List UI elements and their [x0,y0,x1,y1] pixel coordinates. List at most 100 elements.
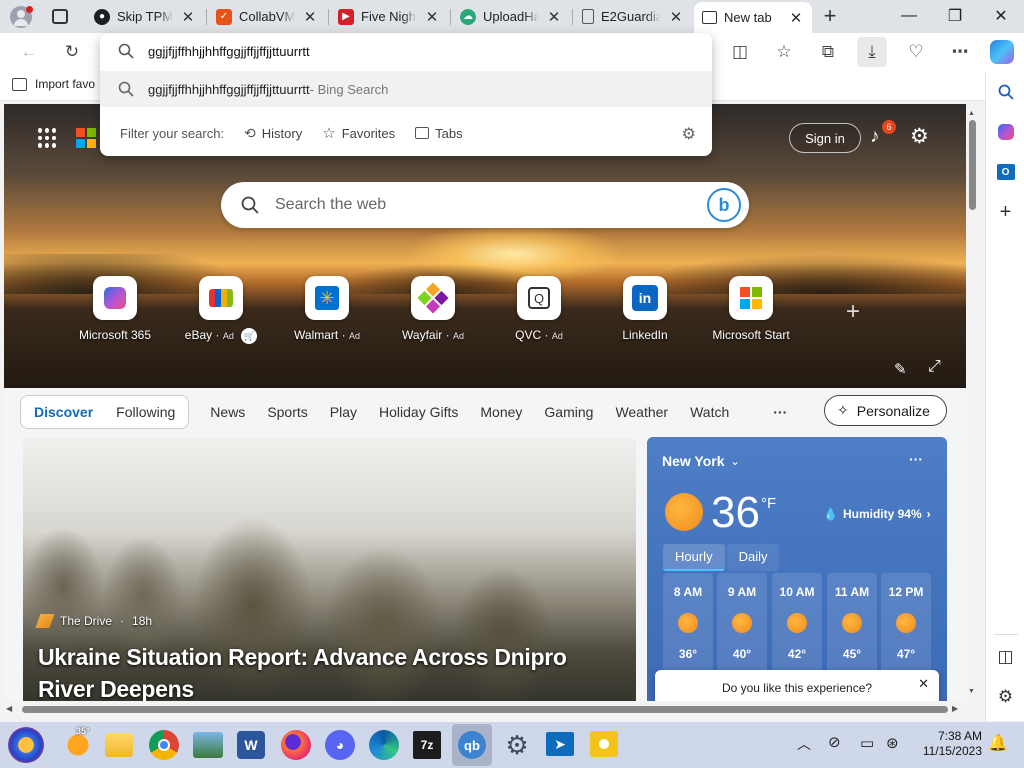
quicklink-ebay[interactable]: eBay · Ad 🛒 [166,276,276,344]
weather-location[interactable]: New York ⌄ [662,453,740,469]
close-tab-icon[interactable]: ✕ [424,8,440,26]
scroll-right-icon[interactable]: ▶ [952,704,958,713]
quicklink-microsoft-365[interactable]: Microsoft 365 [60,276,170,342]
tab-daily[interactable]: Daily [726,544,780,571]
word-icon[interactable]: W [237,731,265,759]
nav-weather[interactable]: Weather [604,404,679,420]
nav-money[interactable]: Money [469,404,533,420]
split-screen-icon[interactable]: ◫ [725,37,755,67]
quicklink-walmart[interactable]: ✳ Walmart · Ad [272,276,382,342]
start-menu-icon[interactable] [8,727,44,763]
network-disconnected-icon[interactable]: ⊘ [828,733,841,751]
collections-icon[interactable]: ⧉ [813,37,843,67]
focus-assist-icon[interactable]: ⊛ [886,734,899,752]
nav-sports[interactable]: Sports [256,404,318,420]
close-tab-icon[interactable]: ✕ [546,8,562,26]
remote-desktop-icon[interactable]: ➤ [546,732,574,756]
expand-icon[interactable]: ⤢ [928,358,941,376]
suggestion-bing-search[interactable]: ggjjfjjffhhjjhhffggjjffjjffjjttuurrtt - … [100,71,712,107]
search-icon[interactable] [986,72,1024,112]
settings-more-icon[interactable]: ⋯ [945,37,975,67]
sidebar-settings-gear-icon[interactable]: ⚙ [986,677,1024,717]
tab-discover[interactable]: Discover [21,404,106,420]
address-input[interactable]: ggjjfjjffhhjjhhffggjjffjjffjjttuurrtt [148,44,310,59]
tab-hourly[interactable]: Hourly [663,544,725,571]
tab-following[interactable]: Following [106,404,188,420]
copilot-icon[interactable] [990,40,1014,64]
sign-in-button[interactable]: Sign in [789,123,861,153]
sidebar-toggle-icon[interactable]: ◫ [986,637,1024,677]
firefox-icon[interactable] [281,730,311,760]
quicklink-wayfair[interactable]: Wayfair · Ad [378,276,488,342]
photos-icon[interactable] [193,732,223,758]
import-favorites-button[interactable]: Import favo [12,77,95,91]
personalize-button[interactable]: ✧ Personalize [824,395,947,426]
nav-play[interactable]: Play [319,404,368,420]
chrome-icon[interactable] [149,730,179,760]
gear-icon[interactable]: ⚙ [682,124,696,144]
notification-center-icon[interactable]: 🔔 [988,733,1008,753]
apps-grid-icon[interactable] [38,128,58,148]
quicklink-microsoft-start[interactable]: Microsoft Start [696,276,806,342]
close-tab-icon[interactable]: ✕ [668,8,684,26]
favorites-star-icon[interactable]: ☆ [769,37,799,67]
show-hidden-icons-chevron-icon[interactable]: ︿ [797,734,811,754]
refresh-button[interactable]: ↻ [57,37,87,67]
horizontal-scrollbar[interactable]: ◀ ▶ [0,701,966,718]
app-icon[interactable] [590,731,618,757]
bing-chat-icon[interactable]: b [707,188,741,222]
nav-holiday-gifts[interactable]: Holiday Gifts [368,404,469,420]
tab-uploadhaven[interactable]: ☁ UploadHa ✕ [452,4,570,29]
edge-icon[interactable] [369,730,399,760]
nav-news[interactable]: News [199,404,256,420]
minimize-button[interactable]: — [886,0,932,32]
add-sidebar-app-icon[interactable]: + [986,192,1024,232]
weather-card[interactable]: New York ⌄ ··· 36 °F 💧 Humidity 94% › Ho… [647,437,947,704]
downloads-icon[interactable]: ⤓ [857,37,887,67]
more-options-icon[interactable]: ··· [762,404,798,420]
close-tab-icon[interactable]: ✕ [180,8,196,26]
7zip-icon[interactable]: 7z [413,731,441,759]
scroll-down-icon[interactable]: ▼ [968,688,975,695]
tab-e2guardian[interactable]: E2Guardia ✕ [574,4,692,29]
clock[interactable]: 7:38 AM 11/15/2023 [916,729,982,759]
vertical-scrollbar[interactable]: ▲ ▼ [966,104,979,701]
article-card[interactable]: The Drive · 18h Ukraine Situation Report… [23,437,636,704]
performance-icon[interactable]: ♡ [901,37,931,67]
close-window-button[interactable]: ✕ [978,0,1024,32]
maximize-button[interactable]: ❐ [932,0,978,32]
discord-icon[interactable]: ◕ [325,730,355,760]
add-shortcut-icon[interactable]: + [846,298,860,326]
filter-history[interactable]: ⟲ History [244,125,302,142]
article-title[interactable]: Ukraine Situation Report: Advance Across… [38,641,567,704]
settings-icon[interactable]: ⚙ [501,729,533,761]
scroll-left-icon[interactable]: ◀ [6,704,12,713]
nav-gaming[interactable]: Gaming [533,404,604,420]
address-bar[interactable]: ggjjfjjffhhjjhhffggjjffjjffjjttuurrtt [100,33,712,69]
tab-actions-icon[interactable] [52,9,68,24]
scroll-up-icon[interactable]: ▲ [968,110,975,117]
quicklink-qvc[interactable]: Q QVC · Ad [484,276,594,342]
file-explorer-icon[interactable] [105,733,133,757]
scrollbar-thumb[interactable] [969,120,976,210]
profile-avatar[interactable] [10,6,33,28]
more-options-icon[interactable]: ··· [909,451,923,467]
new-tab-button[interactable]: + [818,3,842,29]
tab-five-nights[interactable]: ▶ Five Night ✕ [330,4,448,29]
tab-new-tab[interactable]: New tab ✕ [694,2,812,33]
tab-skip-tpm[interactable]: ● Skip TPM C ✕ [86,4,204,29]
close-tab-icon[interactable]: ✕ [788,9,804,27]
close-tab-icon[interactable]: ✕ [302,8,318,26]
web-search-box[interactable]: Search the web b [221,182,749,228]
filter-favorites[interactable]: ☆ Favorites [322,124,395,142]
display-icon[interactable]: ▭ [860,734,874,752]
tab-collabvm[interactable]: ✓ CollabVM ✕ [208,4,326,29]
page-settings-gear-icon[interactable]: ⚙ [910,124,929,149]
qbittorrent-icon[interactable]: qb [452,724,492,766]
copilot-sidebar-icon[interactable] [986,112,1024,152]
notifications-bell-icon[interactable]: ♪ 6 [870,120,896,148]
back-button[interactable]: ← [14,37,44,67]
close-icon[interactable]: ✕ [918,676,929,692]
outlook-icon[interactable]: O [986,152,1024,192]
hscrollbar-thumb[interactable] [22,706,948,713]
